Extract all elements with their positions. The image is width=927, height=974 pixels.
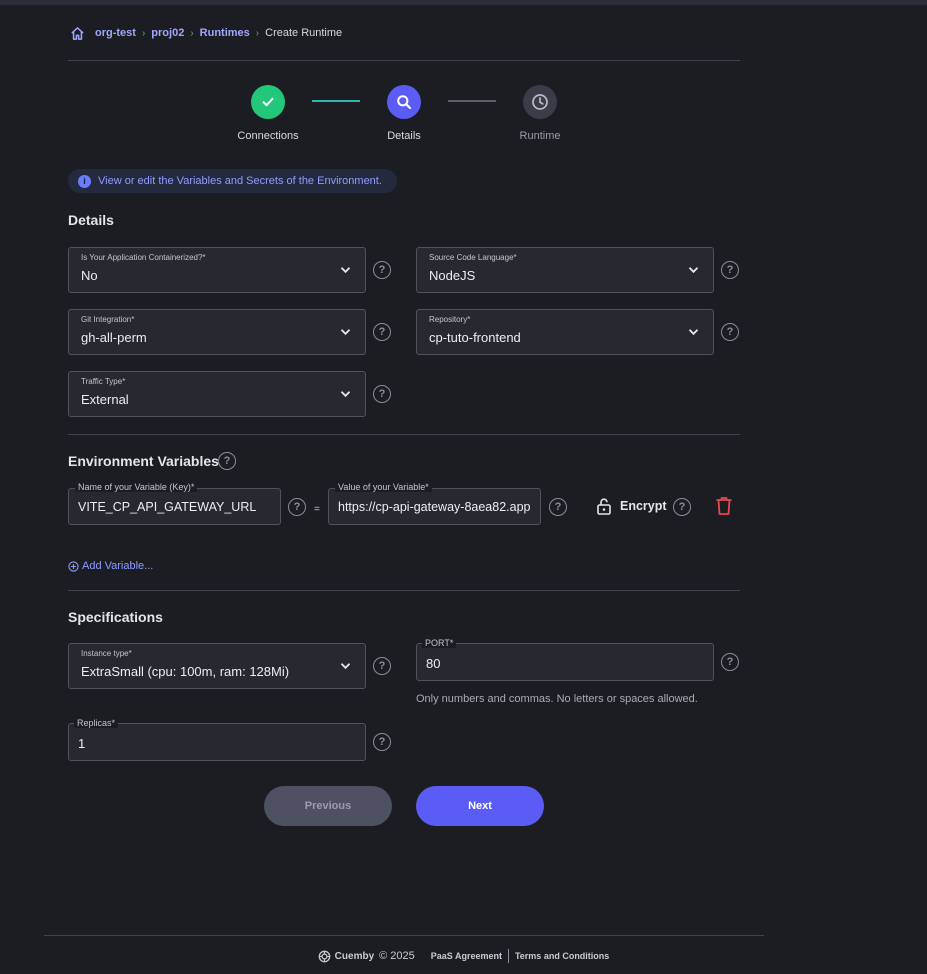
instance-type-value: ExtraSmall (cpu: 100m, ram: 128Mi) (81, 664, 290, 679)
step-runtime-indicator[interactable] (523, 85, 557, 119)
chevron-down-icon (340, 329, 351, 336)
git-integration-value: gh-all-perm (81, 330, 147, 345)
repository-value: cp-tuto-frontend (429, 330, 521, 345)
help-icon[interactable]: ? (721, 653, 739, 671)
help-icon[interactable]: ? (218, 452, 236, 470)
step-runtime-label: Runtime (519, 130, 561, 142)
encrypt-toggle[interactable]: Encrypt (596, 497, 667, 515)
env-value-value: https://cp-api-gateway-8aea82.app (338, 500, 531, 514)
encrypt-label: Encrypt (620, 499, 667, 513)
info-banner-text: View or edit the Variables and Secrets o… (98, 175, 382, 187)
help-icon[interactable]: ? (373, 385, 391, 403)
help-icon[interactable]: ? (373, 323, 391, 341)
containerized-select[interactable]: Is Your Application Containerized?* No (68, 247, 366, 293)
language-select[interactable]: Source Code Language* NodeJS (416, 247, 714, 293)
chevron-down-icon (688, 329, 699, 336)
breadcrumb-runtimes[interactable]: Runtimes (200, 27, 250, 39)
env-key-label: Name of your Variable (Key)* (75, 482, 198, 492)
previous-button[interactable]: Previous (264, 786, 392, 826)
traffic-type-select[interactable]: Traffic Type* External (68, 371, 366, 417)
chevron-down-icon (340, 663, 351, 670)
step-connector (448, 100, 496, 102)
help-icon[interactable]: ? (288, 498, 306, 516)
traffic-type-label: Traffic Type* (81, 377, 126, 386)
add-variable-label: Add Variable... (82, 560, 154, 572)
breadcrumb-org[interactable]: org-test (95, 27, 136, 39)
chevron-down-icon (340, 391, 351, 398)
plus-circle-icon (68, 560, 79, 572)
chevron-right-icon: › (190, 27, 194, 39)
help-icon[interactable]: ? (673, 498, 691, 516)
chevron-right-icon: › (141, 27, 146, 39)
env-value-input[interactable]: https://cp-api-gateway-8aea82.app (328, 488, 541, 525)
language-label: Source Code Language* (429, 253, 517, 262)
footer-brand: Cuemby (334, 950, 375, 962)
footer-copyright: © 2025 (379, 950, 415, 962)
check-icon (262, 97, 274, 107)
breadcrumb-project[interactable]: proj02 (151, 27, 184, 39)
instance-type-label: Instance type* (81, 649, 132, 658)
help-icon[interactable]: ? (373, 657, 391, 675)
env-key-input[interactable]: VITE_CP_API_GATEWAY_URL (68, 488, 281, 525)
specs-title: Specifications (68, 609, 163, 625)
env-value-label: Value of your Variable* (335, 482, 432, 492)
info-banner: i View or edit the Variables and Secrets… (68, 169, 397, 193)
traffic-type-value: External (81, 392, 129, 407)
footer-divider (44, 935, 764, 936)
port-input[interactable]: 80 (416, 643, 714, 681)
git-integration-select[interactable]: Git Integration* gh-all-perm (68, 309, 366, 355)
help-icon[interactable]: ? (549, 498, 567, 516)
chevron-down-icon (340, 267, 351, 274)
port-hint: Only numbers and commas. No letters or s… (416, 693, 698, 705)
lock-open-icon (597, 498, 611, 515)
terms-link[interactable]: Terms and Conditions (515, 951, 609, 961)
help-icon[interactable]: ? (721, 323, 739, 341)
step-connections-indicator[interactable] (251, 85, 285, 119)
add-variable-button[interactable]: Add Variable... (68, 560, 153, 572)
replicas-value: 1 (78, 736, 86, 751)
chevron-right-icon: › (255, 27, 260, 39)
replicas-label: Replicas* (74, 718, 119, 728)
git-integration-label: Git Integration* (81, 315, 135, 324)
info-icon: i (78, 174, 91, 188)
instance-type-select[interactable]: Instance type* ExtraSmall (cpu: 100m, ra… (68, 643, 366, 689)
paas-agreement-link[interactable]: PaaS Agreement (431, 951, 502, 961)
language-value: NodeJS (429, 268, 476, 283)
help-icon[interactable]: ? (373, 261, 391, 279)
divider (68, 60, 740, 61)
cuemby-logo-icon (318, 950, 331, 962)
delete-variable-button[interactable] (715, 496, 733, 521)
port-value: 80 (426, 656, 441, 671)
footer-separator (507, 949, 509, 963)
containerized-value: No (81, 268, 98, 283)
env-title: Environment Variables (68, 453, 219, 469)
details-title: Details (68, 212, 114, 228)
help-icon[interactable]: ? (373, 733, 391, 751)
next-button[interactable]: Next (416, 786, 544, 826)
footer: Cuemby © 2025 PaaS Agreement Terms and C… (0, 946, 927, 966)
home-icon[interactable] (70, 26, 85, 41)
help-icon[interactable]: ? (721, 261, 739, 279)
divider (68, 434, 740, 435)
step-connections-label: Connections (237, 130, 299, 142)
env-key-value: VITE_CP_API_GATEWAY_URL (78, 500, 257, 514)
equals-sign: = (314, 504, 320, 515)
step-details-label: Details (387, 130, 421, 142)
containerized-label: Is Your Application Containerized?* (81, 253, 206, 262)
search-icon (397, 95, 412, 110)
repository-label: Repository* (429, 315, 471, 324)
breadcrumb-current: Create Runtime (265, 27, 343, 39)
port-label: PORT* (422, 638, 457, 648)
step-details-indicator[interactable] (387, 85, 421, 119)
repository-select[interactable]: Repository* cp-tuto-frontend (416, 309, 714, 355)
top-bar (0, 0, 927, 5)
divider (68, 590, 740, 591)
step-connector (312, 100, 360, 102)
trash-icon (716, 497, 732, 515)
chevron-down-icon (688, 267, 699, 274)
breadcrumb: org-test › proj02 › Runtimes › Create Ru… (70, 24, 342, 42)
clock-icon (532, 94, 548, 110)
replicas-input[interactable]: 1 (68, 723, 366, 761)
